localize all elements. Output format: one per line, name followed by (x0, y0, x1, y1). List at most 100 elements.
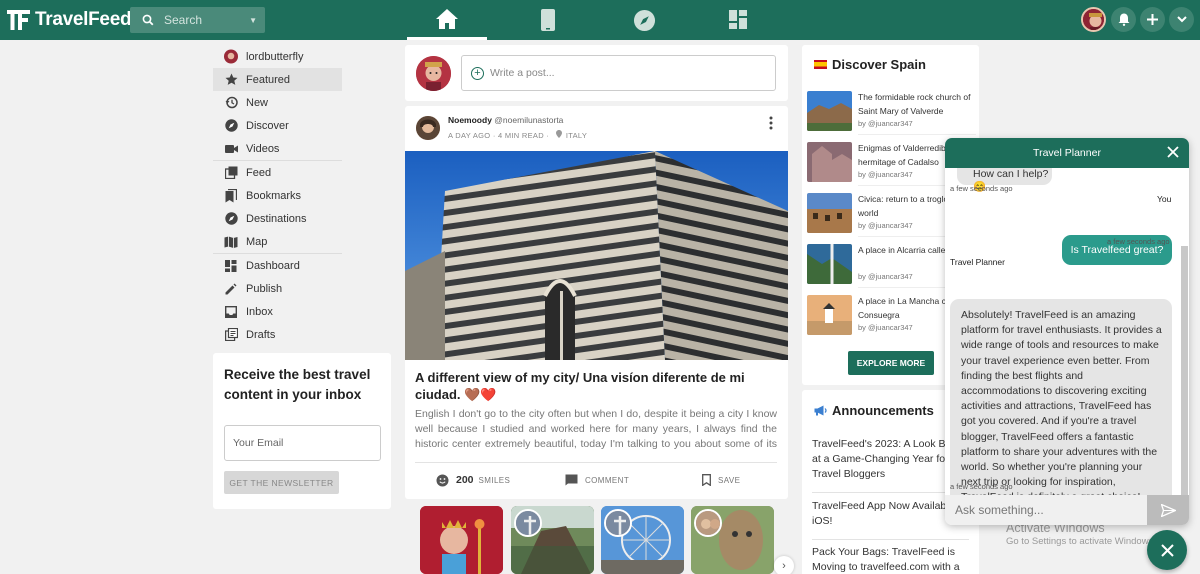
thumbnails-next-button[interactable]: › (774, 556, 794, 574)
search-icon (142, 14, 154, 26)
sidebar-item-new[interactable]: New (213, 91, 342, 114)
thumbnail-card[interactable] (691, 506, 774, 574)
dashboard-icon (224, 259, 238, 273)
post-cover-image[interactable] (405, 151, 788, 360)
newsletter-card: Receive the best travel content in your … (213, 353, 391, 509)
thumbnail-card[interactable] (601, 506, 684, 574)
newsletter-email-input[interactable]: Your Email (224, 425, 381, 461)
discover-item[interactable]: The formidable rock church of Saint Mary… (807, 91, 979, 135)
smile-icon (436, 474, 449, 487)
nav-home-tab[interactable] (407, 0, 487, 40)
announcement-divider (812, 539, 969, 540)
dashboard-icon (729, 10, 747, 29)
bookmarks-icon (224, 188, 238, 203)
megaphone-icon (814, 405, 827, 416)
sidebar-item-featured[interactable]: Featured (213, 68, 342, 91)
compass-icon (633, 9, 655, 31)
discover-item-image (807, 244, 852, 284)
post-location[interactable]: ITALY (566, 131, 587, 140)
sidebar-item-label: Discover (246, 119, 289, 132)
top-navbar: TravelFeed Search ▼ (0, 0, 1200, 40)
announcements-title-text: Announcements (832, 403, 934, 418)
create-button[interactable] (1140, 7, 1165, 32)
nav-mobile-tab[interactable] (508, 0, 588, 40)
post-divider (415, 462, 777, 463)
nav-dashboard-tab[interactable] (699, 0, 779, 40)
notifications-button[interactable] (1111, 7, 1136, 32)
avatar-image (1083, 9, 1104, 30)
brand-name: TravelFeed (35, 9, 132, 30)
post-author-handle[interactable]: @noemilunastorta (494, 115, 563, 125)
close-icon[interactable] (1167, 146, 1179, 158)
sidebar-item-dashboard[interactable]: Dashboard (213, 254, 342, 277)
spain-flag-icon (814, 60, 827, 69)
sidebar-item-inbox[interactable]: Inbox (213, 300, 342, 323)
discover-item-author: by @juancar347 (858, 170, 913, 179)
thumbnail-card[interactable] (511, 506, 594, 574)
account-menu-button[interactable] (1169, 7, 1194, 32)
smartphone-icon (541, 9, 555, 31)
comment-button[interactable]: COMMENT (565, 471, 629, 489)
thumbnail-card[interactable] (420, 506, 503, 574)
sidebar-item-drafts[interactable]: Drafts (213, 323, 342, 346)
nav-explore-tab[interactable] (604, 0, 684, 40)
announcement-item[interactable]: Pack Your Bags: TravelFeed is Moving to … (812, 545, 972, 574)
bot-message: Absolutely! TravelFeed is an amazing pla… (950, 299, 1172, 495)
chat-toggle-button[interactable] (1147, 530, 1187, 570)
video-camera-icon (224, 142, 238, 156)
send-button[interactable] (1147, 495, 1189, 525)
discover-item-author: by @juancar347 (858, 323, 913, 332)
smiles-label: SMILES (478, 475, 511, 485)
search-input[interactable]: Search (164, 13, 249, 27)
add-circle-icon: + (471, 66, 484, 80)
sidebar-item-publish[interactable]: Publish (213, 277, 342, 300)
sidebar-item-profile[interactable]: lordbutterfly (213, 45, 342, 68)
discover-item-image (807, 91, 852, 131)
composer-avatar (416, 56, 451, 91)
post-title[interactable]: A different view of my city/ Una visíon … (415, 369, 777, 403)
post-author-name[interactable]: Noemoody (448, 115, 492, 125)
bell-icon (1118, 13, 1129, 26)
travel-planner-chat: Travel Planner How can I help? 😊 a few s… (945, 138, 1189, 525)
chat-header: Travel Planner (945, 138, 1189, 168)
chevron-right-icon: › (782, 560, 786, 572)
search-box[interactable]: Search ▼ (130, 7, 265, 33)
user-avatar[interactable] (1081, 7, 1106, 32)
chat-scrollbar[interactable] (1181, 246, 1188, 495)
get-newsletter-button[interactable]: GET THE NEWSLETTER (224, 471, 339, 494)
sidebar-item-destinations[interactable]: Destinations (213, 207, 342, 230)
save-button[interactable]: SAVE (702, 471, 740, 489)
save-label: SAVE (718, 475, 741, 485)
brand-logo[interactable]: TravelFeed (6, 7, 132, 33)
explore-more-button[interactable]: EXPLORE MORE (848, 351, 934, 375)
smile-button[interactable]: 200 SMILES (436, 471, 510, 489)
sidebar-item-label: Drafts (246, 328, 276, 341)
write-post-input[interactable]: + Write a post... (461, 55, 776, 91)
sidebar-item-discover[interactable]: Discover (213, 114, 342, 137)
sidebar-item-feed[interactable]: Feed (213, 161, 342, 184)
close-icon (1160, 543, 1174, 557)
post-meta: A DAY AGO · 4 MIN READ · ITALY (448, 130, 587, 140)
discover-item-author: by @juancar347 (858, 119, 913, 128)
sidebar-item-label: New (246, 96, 269, 109)
sidebar-item-label: Feed (246, 166, 272, 179)
chat-messages[interactable]: How can I help? 😊 a few seconds ago You … (945, 168, 1189, 495)
post-author-avatar[interactable] (416, 116, 440, 140)
sidebar-item-videos[interactable]: Videos (213, 137, 342, 160)
location-pin-icon (555, 130, 562, 138)
feed-icon (224, 166, 238, 180)
sidebar-item-map[interactable]: Map (213, 230, 342, 253)
sidebar-item-bookmarks[interactable]: Bookmarks (213, 184, 342, 207)
watermark-line2: Go to Settings to activate Windows. (1006, 536, 1156, 547)
chat-input[interactable]: Ask something... (945, 495, 1146, 525)
travelfeed-logo-icon (7, 10, 30, 30)
bot-sender-label: Travel Planner (950, 257, 1005, 267)
pencil-icon (224, 282, 238, 296)
more-vert-icon[interactable] (767, 116, 775, 130)
left-sidebar: lordbutterfly Featured New Discover Vide… (213, 45, 342, 346)
post-author-line: Noemoody @noemilunastorta (448, 115, 563, 125)
sidebar-item-label: Inbox (246, 305, 273, 318)
bot-message: How can I help? 😊 (957, 168, 1052, 193)
search-dropdown-icon[interactable]: ▼ (249, 16, 257, 25)
message-timestamp: a few seconds ago (1107, 237, 1170, 246)
